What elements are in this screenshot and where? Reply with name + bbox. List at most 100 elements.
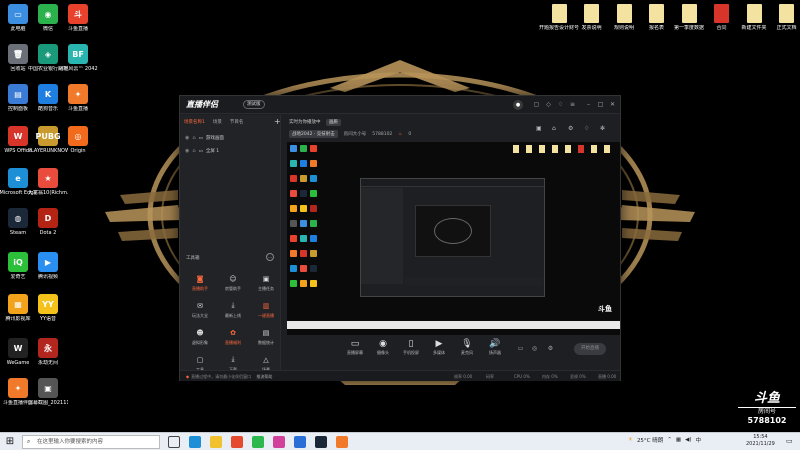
screenshot-icon[interactable]: ▣ — [536, 125, 542, 132]
desktop-file-icon[interactable]: 正式文档 — [768, 4, 800, 31]
stat-cpu: CPU 0% — [514, 374, 530, 379]
desktop-icon[interactable]: ◎ Origin — [59, 126, 97, 154]
tab-scene-1[interactable]: 场景名称1 — [184, 119, 205, 129]
douyu-room-watermark: 斗鱼 房间号 5788102 — [738, 392, 796, 428]
desktop-icon[interactable]: BF 战地风云™ 2042 — [58, 44, 98, 72]
eye-icon[interactable]: ◉ — [185, 148, 189, 154]
clock[interactable]: 15:54 2021/11/29 — [746, 434, 775, 448]
volume-icon[interactable]: ◀) — [685, 437, 691, 443]
bell-icon[interactable]: ♢ — [556, 100, 565, 109]
toolbox-item[interactable]: ☺ 房管助手 — [218, 273, 248, 299]
tool-icon: ▤ — [262, 328, 270, 337]
document-icon — [681, 4, 697, 23]
taskbar: ⊞ ⌕ 在这里输入你要搜索的内容 ☀ 25°C 晴朗 ⌃ ▦ ◀) 中 15:5… — [0, 432, 800, 450]
app-titlebar: 直播伴侣 测试版 ● ▢ ◇ ♢ ≡ – □ ✕ — [180, 96, 620, 114]
mail-icon[interactable] — [294, 436, 306, 448]
tray-arrow-icon[interactable]: ⌃ — [667, 437, 672, 443]
qq-music-icon[interactable] — [252, 436, 264, 448]
room-number: 5788102 — [372, 131, 393, 137]
user-avatar[interactable]: ● — [513, 100, 523, 110]
source-row[interactable]: ◉ ⌂ ▭ 游戏画面 — [185, 133, 275, 143]
app-icon: W — [8, 126, 28, 146]
toolbox-item[interactable]: ⤓ 最新上线 — [218, 300, 248, 326]
quality-tag[interactable]: 画质 — [325, 119, 341, 126]
desktop-icon[interactable]: D Dota 2 — [29, 208, 67, 236]
weather-icon[interactable]: ☀ — [628, 437, 633, 443]
hot-count: 0 — [408, 131, 412, 137]
gear-icon[interactable]: ✻ — [600, 125, 605, 132]
more-icon[interactable]: … — [266, 253, 274, 261]
source-label: 游戏画面 — [205, 136, 224, 141]
source-row[interactable]: ◉ ⌂ ▭ 全屏 1 — [185, 146, 275, 156]
document-icon — [714, 4, 729, 23]
desktop-icon[interactable]: ▶ 腾讯视频 — [29, 252, 67, 280]
task-view-icon[interactable] — [168, 436, 180, 448]
tab-scene-2[interactable]: 场景 — [213, 119, 222, 129]
media-icon[interactable] — [273, 436, 285, 448]
ime-indicator[interactable]: 中 — [695, 436, 701, 444]
chrome-icon[interactable] — [231, 436, 243, 448]
explorer-icon[interactable] — [210, 436, 222, 448]
close-icon[interactable]: ✕ — [608, 100, 617, 109]
chat-icon[interactable]: ▢ — [532, 100, 541, 109]
start-live-button[interactable]: 开始直播 — [574, 343, 606, 355]
record-icon[interactable]: ▭ — [516, 344, 525, 353]
douyu-companion-icon[interactable] — [336, 436, 348, 448]
shirt-icon[interactable]: ◇ — [544, 100, 553, 109]
lock-icon[interactable]: ⌂ — [552, 125, 556, 132]
lock-icon[interactable]: ⌂ — [192, 148, 195, 154]
settings-icon[interactable]: ⚙ — [568, 125, 573, 132]
desktop-icon[interactable]: YY YY语音 — [29, 294, 67, 322]
toolbox-item[interactable]: ▣ 主播任务 — [251, 273, 281, 299]
preview-mini-icon — [290, 160, 297, 167]
app-icon: ◎ — [68, 126, 88, 146]
source-control-button[interactable]: 🎙 麦克风 — [454, 339, 480, 356]
toolbox-item[interactable]: ▤ 数据统计 — [251, 327, 281, 353]
windows-start-icon[interactable]: ⊞ — [4, 436, 16, 448]
stream-preview[interactable]: 斗鱼 — [287, 142, 620, 335]
minimize-icon[interactable]: – — [584, 100, 593, 109]
edge-icon[interactable] — [189, 436, 201, 448]
desktop-icon[interactable]: ★ 大富翁10(Richm... — [28, 168, 68, 196]
toolbox-item[interactable]: ◙ 直播助手 — [185, 273, 215, 299]
maximize-icon[interactable]: □ — [596, 100, 605, 109]
stat-fps: 帧率 0.00 — [454, 374, 473, 379]
version-badge[interactable]: 测试版 — [243, 100, 265, 109]
add-scene-button[interactable]: + — [274, 117, 281, 126]
notification-center-icon[interactable]: ▭ — [786, 437, 793, 445]
camera-icon[interactable]: ◎ — [530, 344, 539, 353]
desktop-icon[interactable]: ▣ 屏幕截图_20211111... — [28, 378, 68, 406]
toolbox-item[interactable]: ☻ 虚拟形象 — [185, 327, 215, 353]
desktop-icon[interactable]: ✦ 斗鱼直播 — [59, 84, 97, 112]
toolbox-item[interactable]: ▥ 一键直播 — [251, 300, 281, 326]
settings-icon[interactable]: ⚙ — [546, 344, 555, 353]
preview-mini-icon — [290, 205, 297, 212]
help-link[interactable]: 推流帮助 — [256, 374, 272, 379]
lock-icon[interactable]: ⌂ — [192, 135, 195, 141]
toolbox-item[interactable]: ✉ 玩法大全 — [185, 300, 215, 326]
preview-mini-icon — [310, 280, 317, 287]
source-control-button[interactable]: ▭ 直播屏幕 — [342, 339, 368, 356]
desktop-icon-label: 屏幕截图_20211111... — [28, 400, 68, 406]
desktop-icon[interactable]: 斗斗鱼直播 — [59, 4, 97, 32]
taskbar-search-input[interactable]: ⌕ 在这里输入你要搜索的内容 — [22, 435, 160, 449]
menu-icon[interactable]: ≡ — [568, 100, 577, 109]
toolbox-item[interactable]: ✿ 直播福利 — [218, 327, 248, 353]
source-control-button[interactable]: 🔊 扬声器 — [482, 339, 508, 356]
source-control-button[interactable]: ▶ 多媒体 — [426, 339, 452, 356]
weather-text[interactable]: 25°C 晴朗 — [637, 436, 663, 444]
source-control-button[interactable]: ◉ 摄像头 — [370, 339, 396, 356]
desktop-icon[interactable]: 永永劫无间 — [29, 338, 67, 366]
desktop-icon-label: 腾讯视频 — [37, 274, 58, 280]
network-icon[interactable]: ▦ — [676, 437, 681, 443]
source-control-button[interactable]: ▯ 手机投屏 — [398, 339, 424, 356]
preview-mini-icon — [300, 280, 307, 287]
room-category[interactable]: 战地2042 · 竞技射击 — [289, 130, 338, 138]
eye-icon[interactable]: ◉ — [185, 135, 189, 141]
stat-live: 直播 0.00 — [598, 374, 617, 379]
notification-icon[interactable]: ♢ — [584, 125, 589, 132]
app-icon: iQ — [8, 252, 28, 272]
tool-icon: ☻ — [196, 328, 204, 337]
tab-scene-3[interactable]: 节目名 — [230, 119, 244, 129]
steam-icon[interactable] — [315, 436, 327, 448]
